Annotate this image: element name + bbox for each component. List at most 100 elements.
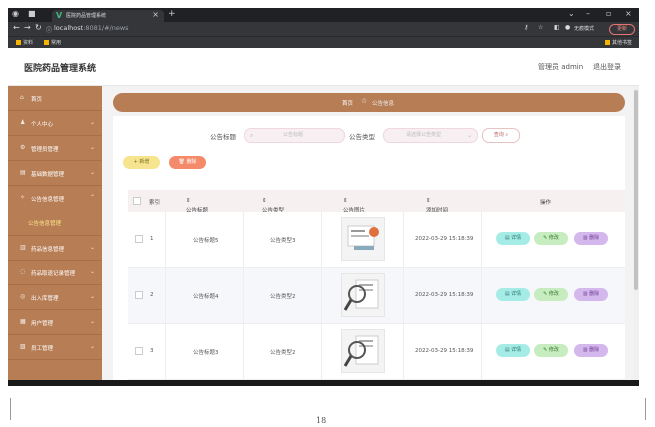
chevron-down-icon: ⌄ — [89, 318, 95, 325]
minimize-icon[interactable]: – — [586, 9, 590, 18]
sidebar-item-label: 个人中心 — [31, 122, 54, 128]
app-header: 医院药品管理系统 管理员 admin 退出登录 — [8, 48, 639, 86]
row-checkbox[interactable] — [135, 235, 143, 243]
row-checkbox[interactable] — [135, 291, 143, 299]
row-delete-button[interactable]: ▥ 删除 — [574, 344, 608, 357]
browser-menu-icon[interactable]: ◉ — [12, 9, 19, 18]
folder-icon — [605, 40, 610, 45]
notice-image[interactable] — [341, 217, 385, 261]
sidebar-item-basedata[interactable]: ▤ 基础数据管理 ⌄ — [8, 161, 102, 186]
sidebar-item-profile[interactable]: ♟ 个人中心 ⌄ — [8, 111, 102, 136]
row-type: 公告类型3 — [270, 238, 296, 244]
table-row: 1 公告标题5 公告类型3 2022-03-29 15:18:39 ▤ 详情 ✎… — [128, 212, 625, 268]
chevron-down-icon: ⌄ — [89, 119, 95, 126]
sidebar-item-staff[interactable]: ▧ 员工管理 ⌄ — [8, 335, 102, 360]
sidebar-item-label: 员工管理 — [31, 346, 54, 352]
notice-image-art — [347, 225, 379, 250]
edit-button[interactable]: ✎ 修改 — [534, 344, 568, 357]
bookmark-1[interactable]: 常用 — [44, 39, 61, 46]
sidebar-item-home[interactable]: ⌂ 首页 — [8, 86, 102, 111]
breadcrumb-home[interactable]: 首页 — [342, 99, 353, 107]
detail-button[interactable]: ▤ 详情 — [496, 344, 530, 357]
row-delete-button[interactable]: ▥ 删除 — [574, 232, 608, 245]
update-button[interactable]: 更新 — [609, 24, 635, 35]
scrollbar[interactable] — [633, 86, 639, 386]
reload-icon[interactable]: ↻ — [35, 23, 42, 32]
star-icon[interactable]: ☆ — [538, 24, 543, 31]
bookmark-0[interactable]: 资料 — [16, 39, 33, 46]
other-bookmarks[interactable]: 其他书签 — [605, 39, 632, 46]
sidebar-item-label: 药品取退记录管理 — [31, 271, 76, 277]
sidebar-item-label: 出入库管理 — [31, 296, 59, 302]
trash-icon: 🗑 — [178, 159, 185, 165]
col-actions: 操作 — [540, 200, 552, 206]
record-icon: ◌ — [20, 268, 26, 275]
sidebar-item-stock[interactable]: ◎ 出入库管理 ⌄ — [8, 285, 102, 310]
detail-button[interactable]: ▤ 详情 — [496, 288, 530, 301]
col-image[interactable]: 公告图片 ⇕ — [343, 198, 365, 214]
row-index: 1 — [150, 236, 154, 242]
table-row: 3 公告标题3 公告类型2 2022-03-29 15:18:39 ▤ 详情 ✎… — [128, 324, 625, 380]
sidebar-item-drug[interactable]: ▥ 药品信息管理 ⌄ — [8, 235, 102, 261]
sidebar-item-label: 管理员管理 — [31, 147, 59, 153]
type-select-placeholder: 请选择公告类型 — [406, 132, 442, 138]
sidebar-item-users[interactable]: ▦ 用户管理 ⌄ — [8, 310, 102, 335]
sidebar-item-label: 用户管理 — [31, 321, 54, 327]
delete-button[interactable]: 🗑 删除 — [169, 156, 206, 169]
stock-icon: ◎ — [20, 293, 26, 300]
col-type[interactable]: 公告类型 ⇕ — [262, 198, 284, 214]
browser-tab[interactable]: V 医院药品管理系统 × — [52, 10, 164, 22]
edit-button[interactable]: ✎ 修改 — [534, 232, 568, 245]
page-corner-left — [0, 398, 11, 420]
chevron-up-icon: ⌃ — [89, 194, 95, 201]
info-icon[interactable]: ⓘ — [46, 25, 52, 34]
chevron-down-icon[interactable]: ⌄ — [568, 9, 575, 18]
close-window-icon[interactable]: × — [625, 9, 632, 18]
row-index: 3 — [150, 348, 154, 354]
app-title: 医院药品管理系统 — [24, 64, 97, 74]
user-icon: ♟ — [20, 119, 26, 126]
sidebar-item-notice[interactable]: ✧ 公告信息管理 ⌃ — [8, 186, 102, 210]
row-checkbox[interactable] — [135, 347, 143, 355]
trash-icon: ▥ — [582, 235, 588, 241]
back-icon[interactable]: ← — [13, 23, 20, 32]
notice-image[interactable] — [341, 273, 385, 317]
title-search-input[interactable]: ⌕ 公告标题 — [244, 128, 345, 143]
folder-icon — [16, 40, 21, 45]
content-panel: 公告标题 ⌕ 公告标题 公告类型 请选择公告类型 ⌄ 查询 ⌕ + 新增 🗑 删… — [113, 116, 625, 386]
maximize-icon[interactable]: ▫ — [606, 9, 611, 18]
new-tab-icon[interactable]: + — [168, 9, 176, 19]
type-select-label: 公告类型 — [349, 133, 375, 141]
folder-icon — [44, 40, 49, 45]
detail-button[interactable]: ▤ 详情 — [496, 232, 530, 245]
sidebar-item-admin[interactable]: ⚙ 管理员管理 ⌄ — [8, 136, 102, 161]
sidebar-item-record[interactable]: ◌ 药品取退记录管理 ⌄ — [8, 260, 102, 285]
main-content: 首页 ☆ 公告信息 公告标题 ⌕ 公告标题 公告类型 请选择公告类型 ⌄ 查询 … — [102, 86, 639, 386]
url-field[interactable]: localhost:8081/#/news — [54, 24, 129, 32]
select-all-checkbox[interactable] — [133, 197, 141, 205]
add-button[interactable]: + 新增 — [123, 156, 160, 169]
edit-button[interactable]: ✎ 修改 — [534, 288, 568, 301]
row-time: 2022-03-29 15:18:39 — [415, 292, 474, 298]
sidepanel-icon[interactable]: ◧ — [554, 24, 560, 31]
window-icon[interactable]: ■ — [28, 9, 36, 18]
forward-icon[interactable]: → — [24, 23, 31, 32]
notice-image[interactable] — [341, 329, 385, 373]
row-time: 2022-03-29 15:18:39 — [415, 348, 474, 354]
query-button[interactable]: 查询 ⌕ — [482, 128, 520, 143]
plus-icon: + — [133, 159, 138, 165]
title-search-placeholder: 公告标题 — [283, 132, 304, 138]
row-title: 公告标题5 — [193, 238, 219, 244]
col-time[interactable]: 添加时间 ⇕ — [426, 198, 448, 214]
breadcrumb: 首页 ☆ 公告信息 — [113, 93, 625, 112]
key-icon[interactable]: ⚷ — [524, 24, 528, 31]
type-select[interactable]: 请选择公告类型 ⌄ — [383, 128, 478, 143]
close-tab-icon[interactable]: × — [152, 10, 159, 19]
sidebar-subitem-notice[interactable]: 公告信息管理 — [8, 211, 102, 233]
col-title[interactable]: 公告标题 ⇕ — [186, 198, 208, 214]
row-title: 公告标题3 — [193, 350, 219, 356]
row-delete-button[interactable]: ▥ 删除 — [574, 288, 608, 301]
chevron-down-icon: ⌄ — [466, 132, 472, 139]
scrollbar-thumb[interactable] — [634, 90, 638, 290]
logout-link[interactable]: 退出登录 — [593, 62, 621, 72]
